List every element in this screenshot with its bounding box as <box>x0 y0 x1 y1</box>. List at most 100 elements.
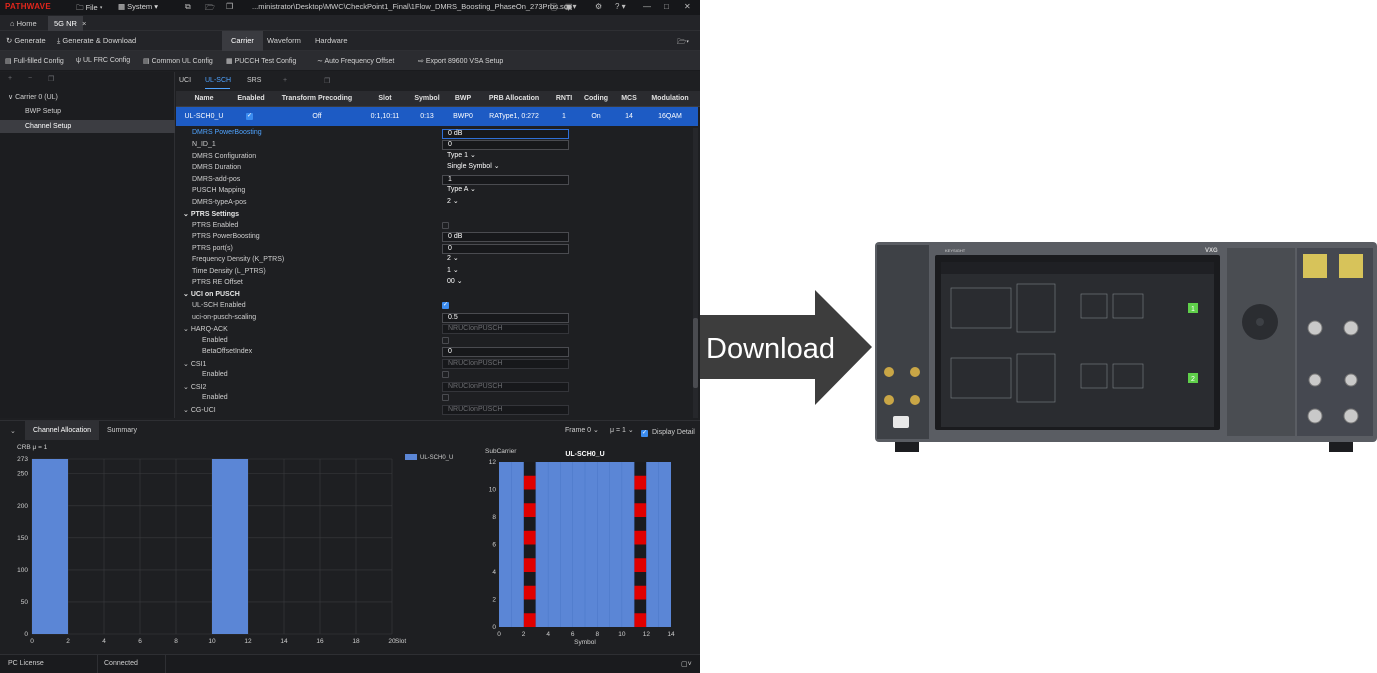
harq-enabled-checkbox[interactable] <box>442 337 449 344</box>
beta-offset-input[interactable]: 0 <box>442 347 569 357</box>
cell-symbol: 0:13 <box>420 113 434 120</box>
ptrs-ports-input[interactable]: 0 <box>442 244 569 254</box>
col-name[interactable]: Name <box>194 95 213 102</box>
settings-icon[interactable]: ⚙ <box>595 2 602 11</box>
chevron-down-icon: ⌄ <box>469 152 476 159</box>
tree-bwp-label: BWP Setup <box>25 108 62 115</box>
chart1-y-tick-label: 50 <box>21 599 29 606</box>
pusch-mapping-select[interactable]: Type A ⌄ <box>442 186 569 196</box>
subtab-srs[interactable]: SRS <box>247 77 261 84</box>
ulsch-enabled-checkbox[interactable]: ✓ <box>442 302 449 309</box>
display-detail-checkbox[interactable]: ✓ <box>641 430 648 437</box>
table-row[interactable]: UL-SCH0_U ✓ Off 0:1,10:11 0:13 BWP0 RATy… <box>176 107 698 126</box>
dmrs-duration-select[interactable]: Single Symbol ⌄ <box>442 163 569 173</box>
col-slot[interactable]: Slot <box>378 95 391 102</box>
common-ul-config-button[interactable]: ▤ Common UL Config <box>143 57 213 65</box>
section-uci-on-pusch[interactable]: ⌄ UCI on PUSCH <box>183 290 240 298</box>
col-bwp[interactable]: BWP <box>455 95 471 102</box>
section-harq-ack[interactable]: ⌄ HARQ-ACK <box>183 325 228 333</box>
rotary-knob-center <box>1256 318 1264 326</box>
subtab-ul-sch[interactable]: UL-SCH <box>205 77 231 84</box>
freq-density-select[interactable]: 2 ⌄ <box>442 255 569 265</box>
time-density-select[interactable]: 1 ⌄ <box>442 267 569 277</box>
frame-select[interactable]: Frame 0 ⌄ <box>565 426 599 434</box>
dmrs-powerboosting-input[interactable]: 0 dB <box>442 129 569 139</box>
ribbon-tab-hardware[interactable]: Hardware <box>306 31 357 51</box>
ribbon-tab-waveform-label: Waveform <box>267 36 301 45</box>
enabled-checkbox[interactable]: ✓ <box>246 113 253 120</box>
copy-channel-icon[interactable]: ❐ <box>324 77 330 85</box>
copy-item-icon[interactable]: ❐ <box>48 75 54 83</box>
tab-home[interactable]: ⌂ Home <box>4 16 43 31</box>
chat-icon[interactable]: ▢˅ <box>681 660 692 668</box>
chart1-y-tick-label: 100 <box>17 567 28 574</box>
copy-icon[interactable]: ⧉ <box>185 2 191 12</box>
auto-frequency-offset-button[interactable]: ∼ Auto Frequency Offset <box>317 57 394 65</box>
add-icon[interactable]: + <box>8 75 12 82</box>
mu-select[interactable]: μ = 1 ⌄ <box>610 426 634 434</box>
export-vsa-setup-button[interactable]: ⇨ Export 89600 VSA Setup <box>418 57 503 65</box>
info-icon[interactable]: ⓘ <box>550 2 558 13</box>
collapse-panel-icon[interactable]: ⌄ <box>2 421 24 440</box>
uci-scaling-input[interactable]: 0.5 <box>442 313 569 323</box>
subtab-uci[interactable]: UCI <box>179 77 191 84</box>
dmrs-typea-pos-select[interactable]: 2 ⌄ <box>442 198 569 208</box>
tab-summary[interactable]: Summary <box>99 421 145 440</box>
section-csi2[interactable]: ⌄ CSI2 <box>183 383 206 391</box>
front-connector-4 <box>910 395 920 405</box>
col-enabled[interactable]: Enabled <box>237 95 264 102</box>
col-transform-precoding[interactable]: Transform Precoding <box>282 95 352 102</box>
generate-button[interactable]: ↻ Generate <box>6 36 46 45</box>
ptrs-enabled-checkbox[interactable] <box>442 222 449 229</box>
col-rnti[interactable]: RNTI <box>556 95 572 102</box>
ul-frc-config-button[interactable]: ψ UL FRC Config <box>76 57 130 64</box>
system-menu[interactable]: ▦ System ▾ <box>118 2 158 11</box>
help-menu[interactable]: ? ▾ <box>615 2 626 11</box>
duplicate-icon[interactable]: ❐ <box>226 2 233 11</box>
minimize-icon[interactable]: — <box>643 2 651 11</box>
chevron-down-icon: ⌄ <box>456 278 463 285</box>
tree-item-carrier[interactable]: ∨ Carrier 0 (UL) <box>8 93 58 101</box>
col-prb-allocation[interactable]: PRB Allocation <box>489 95 539 102</box>
csi1-enabled-checkbox[interactable] <box>442 371 449 378</box>
maximize-icon[interactable]: □ <box>664 2 669 11</box>
close-icon[interactable]: ✕ <box>684 2 691 11</box>
folder-open-icon[interactable]: 🗁 <box>205 2 215 16</box>
properties-scrollbar-thumb[interactable] <box>693 318 698 388</box>
n-id-1-input[interactable]: 0 <box>442 140 569 150</box>
close-tab-icon[interactable]: × <box>80 16 92 31</box>
tree-item-bwp-setup[interactable]: BWP Setup <box>25 108 61 115</box>
col-symbol[interactable]: Symbol <box>414 95 439 102</box>
csi2-label: CSI2 <box>190 384 207 391</box>
rf-connector-5 <box>1307 408 1323 424</box>
add-channel-icon[interactable]: + <box>283 77 287 84</box>
ptrs-powerboosting-input[interactable]: 0 dB <box>442 232 569 242</box>
generate-download-button[interactable]: ⤓ Generate & Download <box>57 36 136 46</box>
tab-5g-nr[interactable]: 5G NR <box>48 16 83 31</box>
col-coding[interactable]: Coding <box>584 95 608 102</box>
section-cg-uci[interactable]: ⌄ CG-UCI <box>183 406 216 414</box>
full-filled-config-button[interactable]: ▤ Full-filled Config <box>5 57 64 65</box>
remove-icon[interactable]: − <box>28 75 32 82</box>
section-csi1[interactable]: ⌄ CSI1 <box>183 360 206 368</box>
csi2-enabled-checkbox[interactable] <box>442 394 449 401</box>
common-ul-config-label: Common UL Config <box>151 58 213 65</box>
col-modulation[interactable]: Modulation <box>651 95 688 102</box>
dmrs-configuration-select[interactable]: Type 1 ⌄ <box>442 152 569 162</box>
tree-item-channel-setup[interactable]: Channel Setup <box>0 120 175 133</box>
dmrs-add-pos-input[interactable]: 1 <box>442 175 569 185</box>
screen-record-icon[interactable]: ▣▾ <box>565 2 577 11</box>
channel-grid-header: Name Enabled Transform Precoding Slot Sy… <box>176 91 700 107</box>
section-ptrs-settings[interactable]: ⌄ PTRS Settings <box>183 210 239 218</box>
file-menu-label: File <box>85 3 98 12</box>
ribbon-tab-waveform[interactable]: Waveform <box>258 31 310 51</box>
col-mcs[interactable]: MCS <box>621 95 637 102</box>
pucch-test-config-button[interactable]: ▦ PUCCH Test Config <box>226 57 296 65</box>
file-menu[interactable]: 🗀 File ▾ <box>76 2 103 15</box>
ribbon-tab-carrier[interactable]: Carrier <box>222 31 263 51</box>
folder-icon[interactable]: 🗁▾ <box>677 36 689 49</box>
keypad-panel <box>1227 248 1295 436</box>
ptrs-re-offset-select[interactable]: 00 ⌄ <box>442 278 569 288</box>
auto-frequency-offset-label: Auto Frequency Offset <box>324 58 395 65</box>
tab-channel-allocation[interactable]: Channel Allocation <box>25 421 99 440</box>
